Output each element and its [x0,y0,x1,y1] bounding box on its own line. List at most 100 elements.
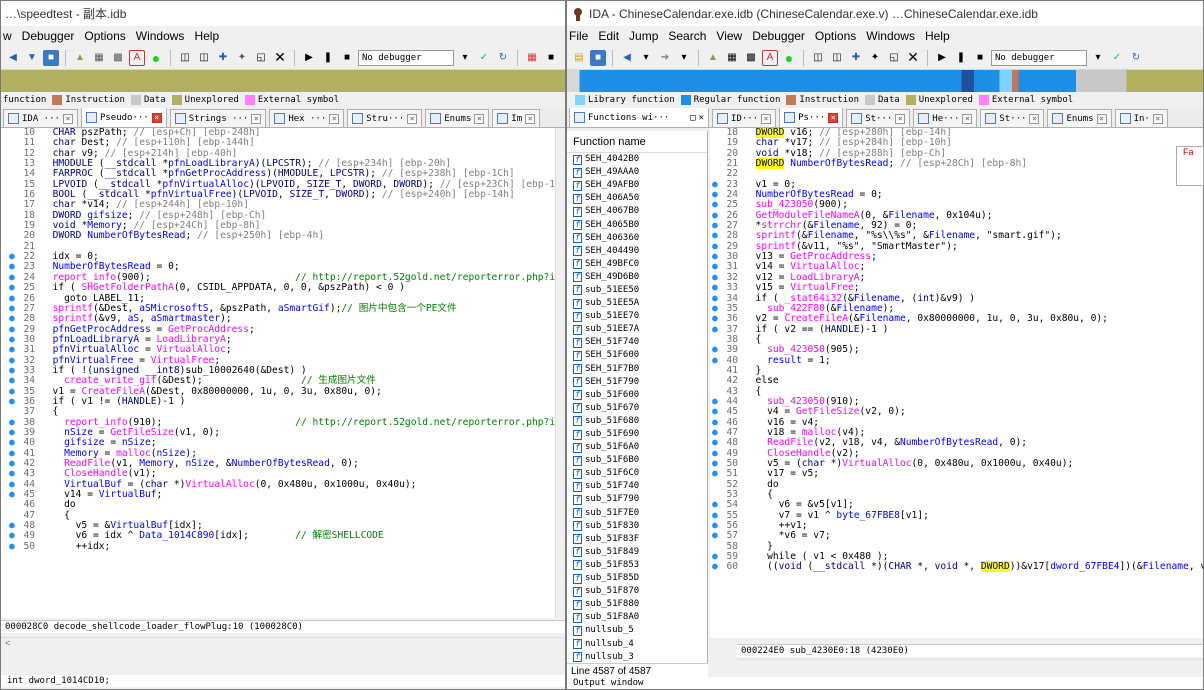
layout-icon[interactable]: ▦ [524,50,540,66]
function-list-item[interactable]: f sub_51F6A0 [567,441,707,454]
down-arrow-icon[interactable]: ▼ [24,50,40,66]
function-list-item[interactable]: f SEH_406360 [567,232,707,245]
pin-icon[interactable]: ✓ [1109,50,1125,66]
close-icon[interactable]: × [962,113,973,124]
save-icon[interactable]: ■ [43,49,59,66]
pin-icon[interactable]: ✓ [476,50,492,66]
function-list-item[interactable]: f sub_51F83F [567,533,707,546]
graph-icon[interactable]: ▲ [705,50,721,66]
stop-icon[interactable]: ■ [339,50,355,66]
tab-4[interactable]: Stru··· × [347,109,423,127]
play-icon[interactable]: ▶ [934,50,950,66]
patch-icon[interactable]: ◱ [253,50,269,66]
breakpoint-dot-icon[interactable]: ● [9,282,19,293]
menu-item-edit[interactable]: Edit [598,29,619,43]
stop-icon[interactable]: ■ [972,50,988,66]
code-line[interactable]: ● 37 if ( v2 == (HANDLE)-1 ) [712,324,1203,335]
add-icon[interactable]: ✚ [848,50,864,66]
open-folder-icon[interactable]: ▤ [571,50,587,66]
tab-1[interactable]: Ps··· × [779,108,844,127]
close-icon[interactable]: × [62,113,73,124]
close-icon[interactable]: × [1096,113,1107,124]
tab-1[interactable]: Pseudo··· × [80,108,167,127]
struct-icon[interactable]: ◫ [810,50,826,66]
function-list-item[interactable]: f sub_51EE7A [567,323,707,336]
segments-icon[interactable]: ▦ [91,50,107,66]
function-list-item[interactable]: f nullsub_3 [567,651,707,664]
menu-item-help[interactable]: Help [925,29,950,43]
breakpoint-dot-icon[interactable]: ● [9,344,19,355]
tab-3[interactable]: Hex ··· × [269,109,345,127]
function-list-item[interactable]: f sub_51F790 [567,493,707,506]
tab-2[interactable]: Strings ··· × [169,109,267,127]
menu-item-options[interactable]: Options [815,29,856,43]
code-line[interactable]: ● 50 ++idx; [9,541,557,552]
code-line[interactable]: 20 DWORD NumberOfBytesRead; // [esp+250h… [9,231,557,242]
function-list-item[interactable]: f sub_51F690 [567,428,707,441]
right-horizontal-scrollbar[interactable] [737,659,1203,671]
breakpoint-dot-icon[interactable]: ● [712,562,722,573]
breakpoint-dot-icon[interactable]: ● [712,344,722,355]
cross-ref-icon[interactable]: ✦ [234,50,250,66]
breakpoint-dot-icon[interactable]: ● [712,313,722,324]
pause-icon[interactable]: ❚ [320,50,336,66]
close-icon[interactable]: × [251,113,262,124]
menu-item-options[interactable]: Options [84,29,125,43]
function-list-item[interactable]: f SEH_51F740 [567,336,707,349]
function-list-item[interactable]: f SEH_49D6B0 [567,271,707,284]
function-list-item[interactable]: f sub_51F870 [567,585,707,598]
code-line[interactable]: ● 36 if ( v1 != (HANDLE)-1 ) [9,396,557,407]
function-list-item[interactable]: f sub_51F7E0 [567,507,707,520]
function-list-item[interactable]: f sub_51F670 [567,402,707,415]
debugger-select[interactable]: No debugger [358,49,454,66]
dropdown-icon[interactable]: ▾ [676,50,692,66]
debugger-select[interactable]: No debugger [991,49,1087,66]
code-line[interactable]: ● 45 v14 = VirtualBuf; [9,489,557,500]
function-list-item[interactable]: f sub_51EE50 [567,284,707,297]
breakpoint-dot-icon[interactable]: ● [9,313,19,324]
menu-item-debugger[interactable]: Debugger [22,29,75,43]
function-list-item[interactable]: f sub_51F830 [567,520,707,533]
function-list-item[interactable]: f SEH_49AAA0 [567,166,707,179]
tab-5[interactable]: Enums × [425,109,490,127]
patch-icon[interactable]: ◱ [886,50,902,66]
tab-4[interactable]: St··· × [980,109,1045,127]
function-list-item[interactable]: f sub_51F8A0 [567,611,707,624]
ida-icon[interactable]: A [762,49,778,66]
menu-item-debugger[interactable]: Debugger [752,29,805,43]
close-icon[interactable]: × [828,112,839,123]
save-icon[interactable]: ■ [590,49,606,66]
menu-item-w[interactable]: w [3,29,12,43]
breakpoint-dot-icon[interactable]: ● [9,541,19,552]
function-list-item[interactable]: f SEH_51F600 [567,349,707,362]
menu-item-jump[interactable]: Jump [629,29,658,43]
function-list-item[interactable]: f SEH_406A50 [567,192,707,205]
tab-6[interactable]: In· × [1114,109,1168,127]
function-list-item[interactable]: f sub_51EE5A [567,297,707,310]
tab-functions[interactable]: Functions wi··· □ ✕ [569,108,709,127]
left-navigation-band[interactable] [1,70,565,92]
play-icon[interactable]: ▶ [301,50,317,66]
enum-icon[interactable]: ◫ [829,50,845,66]
close-icon[interactable]: × [474,113,485,124]
function-list-item[interactable]: f SEH_4042B0 [567,153,707,166]
function-list-item[interactable]: f SEH_51F7B0 [567,363,707,376]
breakpoint-dot-icon[interactable]: ● [712,282,722,293]
code-line[interactable]: 41 } [712,365,1203,376]
function-list-item[interactable]: f sub_51F740 [567,480,707,493]
right-pseudocode-view[interactable]: 18 DWORD v16; // [esp+280h] [ebp-14h] 19… [710,128,1203,638]
menu-item-windows[interactable]: Windows [136,29,185,43]
refresh-icon[interactable]: ↻ [495,50,511,66]
dock-icon[interactable]: ▩ [743,50,759,66]
close-x-icon[interactable]: ✕ [272,49,288,66]
function-list-item[interactable]: f SEH_49BFC0 [567,258,707,271]
close-icon[interactable]: × [525,113,536,124]
close-icon[interactable]: × [151,112,162,123]
tab-0[interactable]: ID··· × [712,109,777,127]
green-circle-icon[interactable]: ● [148,50,164,66]
tab-3[interactable]: He··· × [913,109,978,127]
code-line[interactable]: 42 else [712,375,1203,386]
dropdown-icon[interactable]: ▾ [1090,50,1106,66]
function-list-item[interactable]: f sub_51F849 [567,546,707,559]
code-line[interactable]: ● 60 ((void (__stdcall *)(CHAR *, void *,… [712,561,1203,573]
